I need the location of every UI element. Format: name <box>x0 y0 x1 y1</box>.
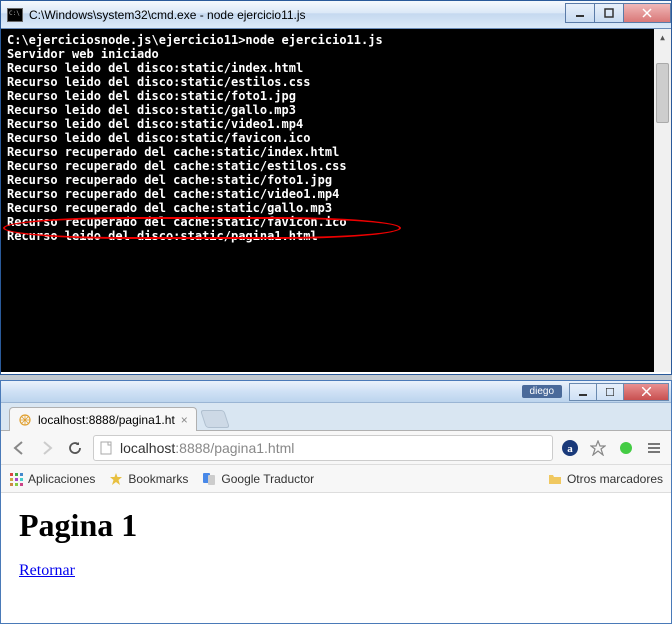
bookmark-item-translator[interactable]: Google Traductor <box>202 472 314 486</box>
forward-button[interactable] <box>37 438 57 458</box>
star-icon <box>109 472 123 486</box>
window-buttons <box>566 3 671 23</box>
cmd-output-line: Recurso recuperado del cache:static/esti… <box>7 159 665 173</box>
minimize-icon <box>579 388 587 396</box>
page-heading: Pagina 1 <box>19 507 653 544</box>
other-bookmarks[interactable]: Otros marcadores <box>548 472 663 486</box>
url-port: :8888 <box>175 440 210 456</box>
translate-icon <box>202 472 216 486</box>
cmd-window: C:\Windows\system32\cmd.exe - node ejerc… <box>0 0 672 375</box>
reload-icon <box>67 440 83 456</box>
cmd-output-line: Recurso leido del disco:static/favicon.i… <box>7 131 665 145</box>
browser-minimize-button[interactable] <box>569 383 597 401</box>
cmd-title: C:\Windows\system32\cmd.exe - node ejerc… <box>29 8 566 22</box>
cmd-output-line: Recurso leido del disco:static/gallo.mp3 <box>7 103 665 117</box>
extension-green-icon[interactable] <box>617 439 635 457</box>
scroll-up-button[interactable]: ▲ <box>654 29 671 46</box>
scroll-thumb[interactable] <box>656 63 669 123</box>
bookmark-label: Bookmarks <box>128 472 188 486</box>
bookmark-item-bookmarks[interactable]: Bookmarks <box>109 472 188 486</box>
tab-strip: localhost:8888/pagina1.ht × <box>1 403 671 431</box>
back-arrow-icon <box>11 440 27 456</box>
maximize-icon <box>606 388 614 396</box>
reload-button[interactable] <box>65 438 85 458</box>
cmd-scrollbar[interactable]: ▲ <box>654 29 671 372</box>
back-button[interactable] <box>9 438 29 458</box>
cmd-output-line: Recurso recuperado del cache:static/vide… <box>7 187 665 201</box>
cmd-output-line: Recurso leido del disco:static/pagina1.h… <box>7 229 665 243</box>
url-host: localhost <box>120 440 175 456</box>
url-path: /pagina1.html <box>210 440 294 456</box>
page-icon <box>100 441 114 455</box>
cmd-body[interactable]: C:\ejerciciosnode.js\ejercicio11>node ej… <box>1 29 671 372</box>
address-bar[interactable]: localhost:8888/pagina1.html <box>93 435 553 461</box>
cmd-output-line: Servidor web iniciado <box>7 47 665 61</box>
cmd-output-line: Recurso leido del disco:static/index.htm… <box>7 61 665 75</box>
cmd-output-line: Recurso leido del disco:static/foto1.jpg <box>7 89 665 103</box>
cmd-output-line: Recurso leido del disco:static/estilos.c… <box>7 75 665 89</box>
apps-label: Aplicaciones <box>28 472 95 486</box>
close-button[interactable] <box>623 3 671 23</box>
tab-favicon-icon <box>18 413 32 427</box>
browser-maximize-button[interactable] <box>596 383 624 401</box>
cmd-output-line: Recurso recuperado del cache:static/foto… <box>7 173 665 187</box>
extension-a-icon[interactable]: a <box>561 439 579 457</box>
bookmark-star-icon[interactable] <box>589 439 607 457</box>
extension-icons: a <box>561 439 663 457</box>
cmd-prompt-line: C:\ejerciciosnode.js\ejercicio11>node ej… <box>7 33 665 47</box>
minimize-icon <box>575 8 585 18</box>
other-bookmarks-label: Otros marcadores <box>567 472 663 486</box>
close-icon <box>642 387 651 396</box>
bookmarks-bar: Aplicaciones Bookmarks Google Traductor … <box>1 465 671 493</box>
cmd-titlebar[interactable]: C:\Windows\system32\cmd.exe - node ejerc… <box>1 1 671 29</box>
cmd-icon <box>7 8 23 22</box>
browser-window-buttons <box>570 383 669 401</box>
browser-window: diego localhost:8888/pagina1.ht × <box>0 380 672 624</box>
minimize-button[interactable] <box>565 3 595 23</box>
browser-tab[interactable]: localhost:8888/pagina1.ht × <box>9 407 197 431</box>
cmd-output-line: Recurso recuperado del cache:static/inde… <box>7 145 665 159</box>
bookmark-label: Google Traductor <box>221 472 314 486</box>
tab-close-button[interactable]: × <box>181 413 188 427</box>
cmd-output-line: Recurso recuperado del cache:static/gall… <box>7 201 665 215</box>
close-icon <box>642 8 652 18</box>
cmd-output-line: Recurso recuperado del cache:static/favi… <box>7 215 665 229</box>
return-link[interactable]: Retornar <box>19 562 75 579</box>
browser-toolbar: localhost:8888/pagina1.html a <box>1 431 671 465</box>
apps-shortcut[interactable]: Aplicaciones <box>9 472 95 486</box>
tab-label: localhost:8888/pagina1.ht <box>38 413 175 427</box>
maximize-button[interactable] <box>594 3 624 23</box>
forward-arrow-icon <box>39 440 55 456</box>
new-tab-button[interactable] <box>200 410 230 428</box>
browser-close-button[interactable] <box>623 383 669 401</box>
svg-text:a: a <box>567 443 573 455</box>
folder-icon <box>548 472 562 486</box>
menu-icon[interactable] <box>645 439 663 457</box>
browser-user-badge[interactable]: diego <box>522 385 562 398</box>
maximize-icon <box>604 8 614 18</box>
apps-grid-icon <box>9 472 23 486</box>
browser-titlebar[interactable]: diego <box>1 381 671 403</box>
page-content: Pagina 1 Retornar <box>1 493 671 594</box>
cmd-output-line: Recurso leido del disco:static/video1.mp… <box>7 117 665 131</box>
